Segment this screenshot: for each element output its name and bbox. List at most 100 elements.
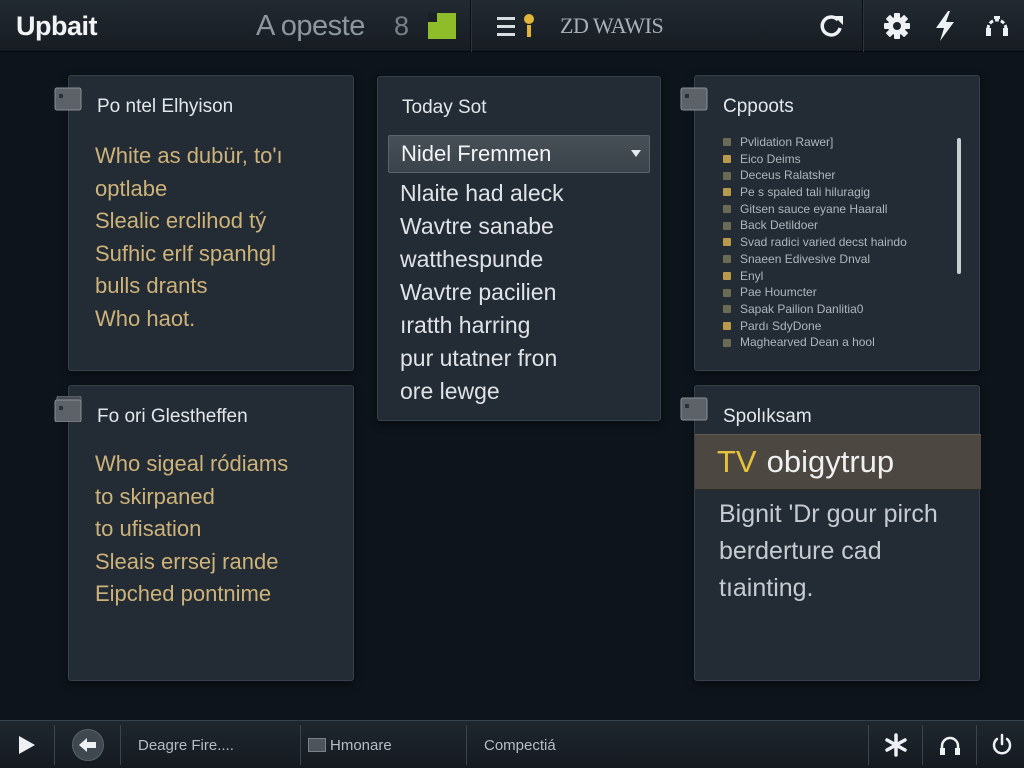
- list-item[interactable]: Eico Deims: [723, 151, 907, 168]
- list-item[interactable]: Pvlidation Rawer]: [723, 134, 907, 151]
- toolbar-divider: [466, 725, 467, 765]
- folder-tab-icon[interactable]: [679, 86, 709, 112]
- panel-list: Who sigeal ródiams to skirpaned to ufisa…: [95, 448, 288, 611]
- list-item[interactable]: Back Detildoer: [723, 217, 907, 234]
- list-item-label: Pae Houmcter: [740, 285, 817, 300]
- toolbar-divider: [54, 725, 55, 765]
- list-item[interactable]: Svad radici varied decst haindo: [723, 234, 907, 251]
- list-item[interactable]: Nlaite had aleck: [400, 177, 564, 210]
- list-item[interactable]: to ufisation: [95, 513, 288, 546]
- list-item[interactable]: Eipched pontnime: [95, 578, 288, 611]
- panel-title: Fo ori Glestheffen: [97, 406, 248, 427]
- play-icon[interactable]: [6, 721, 46, 768]
- status-text[interactable]: Compectiá: [484, 721, 556, 768]
- list-item-label: Gitsen sauce eyane Haarall: [740, 201, 888, 216]
- panel-title: Today Sot: [402, 97, 487, 118]
- status-text[interactable]: Deagre Fire....: [138, 721, 234, 768]
- list-item-label: Pardı SdyDone: [740, 318, 822, 333]
- list-item-label: Sapak Pailion Danlitia0: [740, 301, 864, 316]
- list-item[interactable]: ıratth harring: [400, 309, 564, 342]
- list-item[interactable]: bulls drants: [95, 270, 283, 303]
- toolbar-divider: [976, 725, 977, 765]
- gear-icon[interactable]: [874, 0, 920, 52]
- headphones-icon[interactable]: [930, 721, 970, 768]
- green-square-icon[interactable]: [428, 13, 456, 39]
- bullet-icon: [723, 288, 731, 297]
- description-line: berderture cad: [719, 537, 882, 565]
- refresh-icon[interactable]: [808, 0, 854, 52]
- scrollbar[interactable]: [957, 138, 961, 274]
- list-item[interactable]: Sapak Pailion Danlitia0: [723, 301, 907, 318]
- toolbar-divider: [922, 725, 923, 765]
- description-line: tıainting.: [719, 574, 814, 602]
- list-item[interactable]: Who haot.: [95, 303, 283, 336]
- list-item-label: Snaeen Edivesive Dnval: [740, 251, 871, 266]
- bullet-icon: [723, 255, 731, 264]
- list-item[interactable]: Pe s spaled tali hiluragig: [723, 184, 907, 201]
- list-item[interactable]: to skirpaned: [95, 481, 288, 514]
- panel-list: White as dubür, to'ı optlabe Slealic erc…: [95, 140, 283, 335]
- connection-icon[interactable]: [974, 0, 1020, 52]
- list-item[interactable]: Sufhic erlf spanhgl: [95, 238, 283, 271]
- list-item[interactable]: ore lewge: [400, 375, 564, 408]
- highlight-text: obigytrup: [766, 444, 895, 479]
- list-item[interactable]: Sleais errsej rande: [95, 546, 288, 579]
- list-item[interactable]: Snaeen Edivesive Dnval: [723, 251, 907, 268]
- power-icon[interactable]: [982, 721, 1022, 768]
- folder-tab-icon[interactable]: [679, 396, 709, 422]
- bolt-icon[interactable]: [922, 0, 968, 52]
- bottom-toolbar: Deagre Fire.... Hmonare Compectiá: [0, 720, 1024, 768]
- bullet-icon: [723, 155, 731, 164]
- folder-tab-icon[interactable]: [53, 86, 83, 112]
- chevron-down-icon[interactable]: [631, 150, 641, 157]
- list-item-label: Svad radici varied decst haindo: [740, 235, 907, 250]
- bullet-icon: [723, 271, 731, 280]
- panel-title: Po ntel Elhyison: [97, 96, 234, 117]
- panel-list: Pvlidation Rawer] Eico Deims Deceus Ralats…: [723, 134, 907, 351]
- highlighted-row[interactable]: TV obigytrup: [695, 434, 981, 490]
- folder-icon: [308, 738, 326, 752]
- folder-tab-icon[interactable]: [53, 395, 83, 423]
- status-label: Hmonare: [330, 736, 392, 754]
- bullet-icon: [723, 238, 731, 247]
- list-item[interactable]: Pardı SdyDone: [723, 318, 907, 335]
- app-brand: Upbait: [16, 10, 98, 41]
- list-item[interactable]: Slealic erclihod tý: [95, 205, 283, 238]
- toolbar-divider: [862, 0, 864, 52]
- list-item[interactable]: Pae Houmcter: [723, 284, 907, 301]
- bullet-icon: [723, 171, 731, 180]
- list-item[interactable]: Wavtre pacilien: [400, 276, 564, 309]
- app-window: Upbait A opeste 8 ZD WAWIS Po ntel Elhyi…: [0, 0, 1024, 768]
- list-item-label: Eico Deims: [740, 151, 801, 166]
- list-item[interactable]: Enyl: [723, 268, 907, 285]
- list-item-label: Pe s spaled tali hiluragig: [740, 185, 871, 200]
- list-item[interactable]: Who sigeal ródiams: [95, 448, 288, 481]
- list-item[interactable]: Deceus Ralatsher: [723, 167, 907, 184]
- menu-settings-icon[interactable]: [495, 0, 539, 52]
- select-value: Nidel Fremmen: [401, 141, 552, 166]
- back-arrow-icon[interactable]: [68, 721, 108, 768]
- document-number: 8: [394, 10, 410, 41]
- list-item[interactable]: optlabe: [95, 173, 283, 206]
- asterisk-icon[interactable]: [876, 721, 916, 768]
- bullet-icon: [723, 188, 731, 197]
- panel-spolksam: Spolıksam TV obigytrup Bignit 'Dr gour p…: [680, 385, 981, 681]
- bullet-icon: [723, 205, 731, 214]
- list-item-label: Pvlidation Rawer]: [740, 135, 834, 149]
- toolbar-divider: [120, 725, 121, 765]
- status-item-hmonare[interactable]: Hmonare: [308, 721, 392, 768]
- list-item[interactable]: Gitsen sauce eyane Haarall: [723, 201, 907, 218]
- panel-foori: Fo ori Glestheffen Who sigeal ródiams to…: [54, 385, 354, 681]
- list-item[interactable]: pur utatner fron: [400, 342, 564, 375]
- list-item[interactable]: Wavtre sanabe: [400, 210, 564, 243]
- today-select[interactable]: Nidel Fremmen: [388, 135, 650, 173]
- panel-today: Today Sot Nidel Fremmen Nlaite had aleck…: [377, 76, 661, 421]
- panel-title: Cppoots: [723, 96, 794, 117]
- panel-title: Spolıksam: [723, 406, 812, 427]
- list-item[interactable]: White as dubür, to'ı: [95, 140, 283, 173]
- bullet-icon: [723, 221, 731, 230]
- list-item[interactable]: watthespunde: [400, 243, 564, 276]
- list-item-label: Deceus Ralatsher: [740, 168, 836, 183]
- document-title[interactable]: A opeste: [256, 0, 365, 52]
- list-item[interactable]: Maghearved Dean a hool: [723, 334, 907, 351]
